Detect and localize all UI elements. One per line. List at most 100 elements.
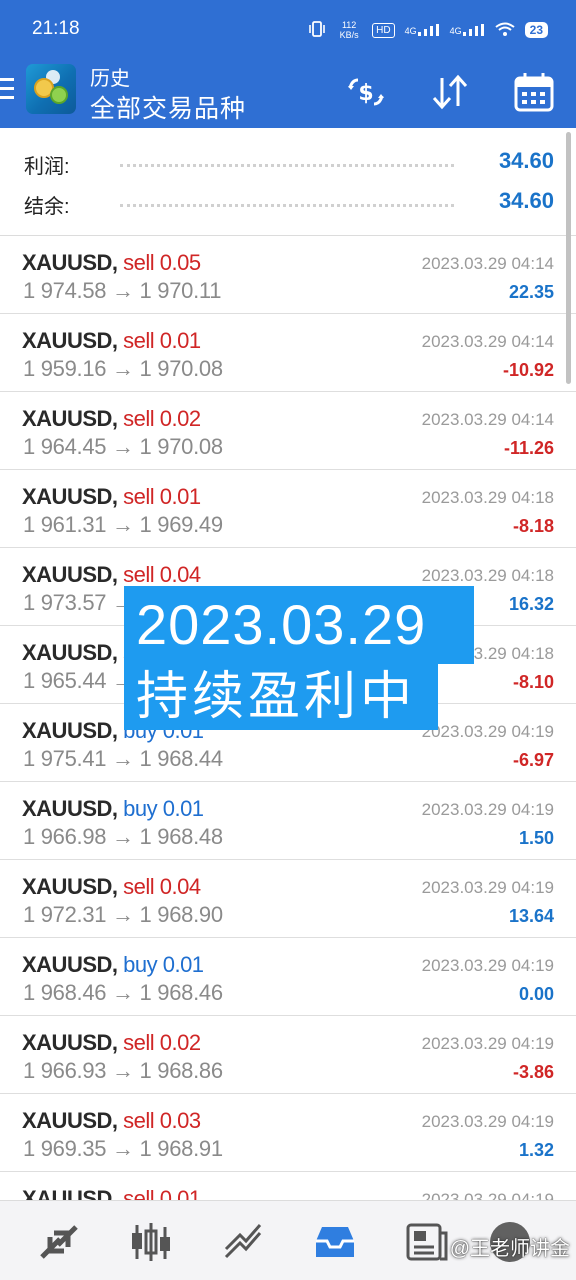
trade-symbol-text: XAUUSD, [22, 718, 118, 743]
trade-symbol-text: XAUUSD, [22, 484, 118, 509]
trade-side-volume: sell 0.02 [123, 1030, 201, 1055]
sort-icon[interactable] [428, 70, 472, 114]
trade-profit: -3.86 [512, 1062, 554, 1082]
trade-prices: 1 964.45 → 1 970.08 [23, 434, 223, 459]
trade-row[interactable]: XAUUSD, sell 0.05 1 974.58 → 1 970.11 2023… [0, 236, 576, 314]
trade-date: 2023.03.29 04:18 [421, 566, 554, 585]
trade-symbol-text: XAUUSD, [22, 562, 118, 587]
trade-symbol: XAUUSD, sell 0.01 [22, 328, 201, 354]
trade-row[interactable]: XAUUSD, sell 0.02 1 964.45 → 1 970.08 2023… [0, 392, 576, 470]
signal-icon-2: 4G [450, 24, 485, 36]
balance-row: 结余: 34.60 [24, 184, 554, 220]
profit-row: 利润: 34.60 [24, 144, 554, 180]
trade-profit: -6.97 [512, 750, 554, 770]
trade-symbol: XAUUSD, buy 0.01 [22, 952, 204, 978]
quotes-icon[interactable] [36, 1219, 82, 1265]
balance-label: 结余: [24, 196, 70, 218]
trade-symbol: XAUUSD, sell 0.04 [22, 874, 201, 900]
trade-prices: 1 959.16 → 1 970.08 [23, 356, 223, 381]
trade-profit: 22.35 [508, 282, 554, 302]
app-bar: 历史 全部交易品种 $ [0, 56, 576, 128]
trade-prices: 1 975.41 → 1 968.44 [23, 746, 223, 771]
status-bar: 21:18 112 KB/s HD 4G 4G 23 [0, 0, 576, 56]
trade-side-volume: sell 0.02 [123, 406, 201, 431]
overlay-text: 持续盈利中 [124, 664, 438, 730]
watermark: @王老师讲金 [449, 1238, 570, 1260]
history-icon[interactable] [312, 1219, 358, 1265]
trade-row[interactable]: XAUUSD, sell 0.01 1 959.16 → 1 970.08 2023… [0, 314, 576, 392]
profit-label: 利润: [24, 156, 70, 178]
trade-profit: 0.00 [518, 984, 554, 1004]
trade-side-volume: sell 0.04 [123, 874, 201, 899]
profit-value: 34.60 [498, 148, 554, 173]
trade-symbol: XAUUSD, sell 0.04 [22, 562, 201, 588]
trade-symbol-text: XAUUSD, [22, 796, 118, 821]
trade-profit: -8.10 [512, 672, 554, 692]
app-logo-icon [26, 64, 76, 114]
hd-icon: HD [372, 22, 395, 38]
trade-date: 2023.03.29 04:14 [421, 332, 554, 351]
trade-list: XAUUSD, sell 0.05 1 974.58 → 1 970.11 2023… [0, 236, 576, 1250]
trade-profit: 16.32 [508, 594, 554, 614]
signal-icon-1: 4G [405, 24, 440, 36]
trade-symbol: XAUUSD, sell 0.02 [22, 1030, 201, 1056]
currency-exchange-icon[interactable]: $ [344, 70, 388, 114]
overlay-caption: 2023.03.29 持续盈利中 [124, 586, 474, 730]
trade-side-volume: sell 0.04 [123, 562, 201, 587]
trade-date: 2023.03.29 04:19 [421, 800, 554, 819]
trade-symbol-text: XAUUSD, [22, 328, 118, 353]
trade-prices: 1 969.35 → 1 968.91 [23, 1136, 223, 1161]
trade-symbol-text: XAUUSD, [22, 952, 118, 977]
trade-symbol-text: XAUUSD, [22, 1030, 118, 1055]
chart-icon[interactable] [128, 1219, 174, 1265]
trade-symbol: XAUUSD, buy 0.01 [22, 796, 204, 822]
status-icons: 112 KB/s HD 4G 4G 23 [308, 20, 548, 40]
trade-side-volume: sell 0.01 [123, 328, 201, 353]
trade-date: 2023.03.29 04:19 [421, 956, 554, 975]
vibrate-icon [308, 20, 326, 40]
trade-row[interactable]: XAUUSD, sell 0.02 1 966.93 → 1 968.86 2023… [0, 1016, 576, 1094]
dotted-leader [120, 164, 454, 167]
trade-date: 2023.03.29 04:19 [421, 1034, 554, 1053]
balance-value: 34.60 [498, 188, 554, 213]
trade-icon[interactable] [220, 1219, 266, 1265]
trade-symbol-text: XAUUSD, [22, 640, 118, 665]
trade-side-volume: sell 0.03 [123, 1108, 201, 1133]
trade-row[interactable]: XAUUSD, sell 0.03 1 969.35 → 1 968.91 2023… [0, 1094, 576, 1172]
trade-row[interactable]: XAUUSD, sell 0.01 1 961.31 → 1 969.49 2023… [0, 470, 576, 548]
trade-side-volume: buy 0.01 [123, 796, 204, 821]
trade-symbol: XAUUSD, sell 0.01 [22, 484, 201, 510]
trade-side-volume: sell 0.05 [123, 250, 201, 275]
trade-prices: 1 972.31 → 1 968.90 [23, 902, 223, 927]
trade-profit: -10.92 [502, 360, 554, 380]
svg-text:$: $ [358, 81, 373, 106]
trade-row[interactable]: XAUUSD, buy 0.01 1 968.46 → 1 968.46 2023.… [0, 938, 576, 1016]
net-speed: 112 KB/s [339, 20, 359, 40]
trade-side-volume: sell 0.01 [123, 484, 201, 509]
menu-icon[interactable] [0, 78, 14, 102]
trade-prices: 1 968.46 → 1 968.46 [23, 980, 223, 1005]
trade-prices: 1 966.98 → 1 968.48 [23, 824, 223, 849]
trade-date: 2023.03.29 04:14 [421, 410, 554, 429]
trade-prices: 1 961.31 → 1 969.49 [23, 512, 223, 537]
trade-profit: 13.64 [508, 906, 554, 926]
trade-date: 2023.03.29 04:19 [421, 878, 554, 897]
scrollbar[interactable] [566, 132, 571, 384]
trade-symbol-text: XAUUSD, [22, 406, 118, 431]
trade-symbol-text: XAUUSD, [22, 1108, 118, 1133]
wifi-icon [495, 22, 515, 39]
summary-panel: 利润: 34.60 结余: 34.60 [0, 128, 576, 236]
trade-date: 2023.03.29 04:19 [421, 1112, 554, 1131]
trade-row[interactable]: XAUUSD, sell 0.04 1 972.31 → 1 968.90 2023… [0, 860, 576, 938]
symbol-filter[interactable]: 全部交易品种 [90, 89, 246, 125]
calendar-icon[interactable] [512, 70, 556, 114]
battery-icon: 23 [524, 22, 548, 38]
trade-date: 2023.03.29 04:18 [421, 488, 554, 507]
trade-symbol: XAUUSD, sell 0.03 [22, 1108, 201, 1134]
news-icon[interactable] [404, 1219, 450, 1265]
trade-row[interactable]: XAUUSD, buy 0.01 1 966.98 → 1 968.48 2023.… [0, 782, 576, 860]
trade-side-volume: buy 0.01 [123, 952, 204, 977]
trade-profit: -11.26 [503, 438, 554, 458]
trade-prices: 1 966.93 → 1 968.86 [23, 1058, 223, 1083]
page-title: 历史 [90, 68, 130, 90]
